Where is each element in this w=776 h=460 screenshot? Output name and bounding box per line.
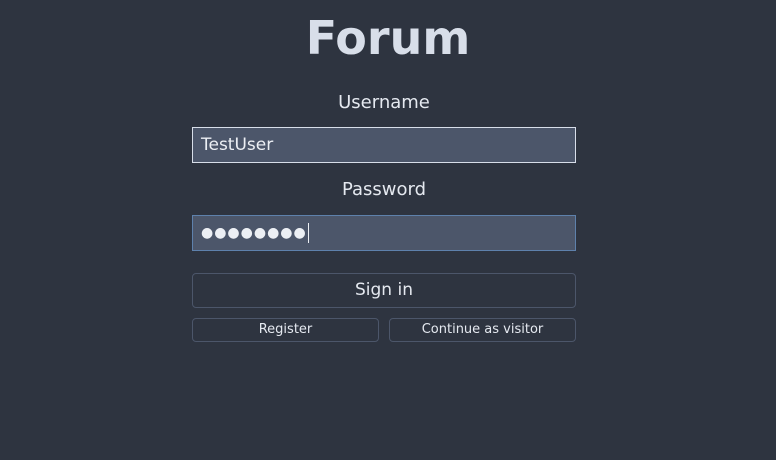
register-button[interactable]: Register — [192, 318, 379, 342]
text-caret — [307, 223, 309, 243]
password-value: ●●●●●●●● — [201, 225, 307, 241]
page-title: Forum — [305, 11, 471, 65]
username-field[interactable]: TestUser — [192, 127, 576, 163]
sign-in-button[interactable]: Sign in — [192, 273, 576, 308]
continue-as-visitor-button[interactable]: Continue as visitor — [389, 318, 576, 342]
login-window: Forum Username TestUser Password ●●●●●●●… — [0, 0, 776, 460]
username-value: TestUser — [201, 135, 274, 155]
password-label: Password — [341, 179, 427, 200]
password-field[interactable]: ●●●●●●●● — [192, 215, 576, 251]
username-label: Username — [338, 92, 430, 113]
